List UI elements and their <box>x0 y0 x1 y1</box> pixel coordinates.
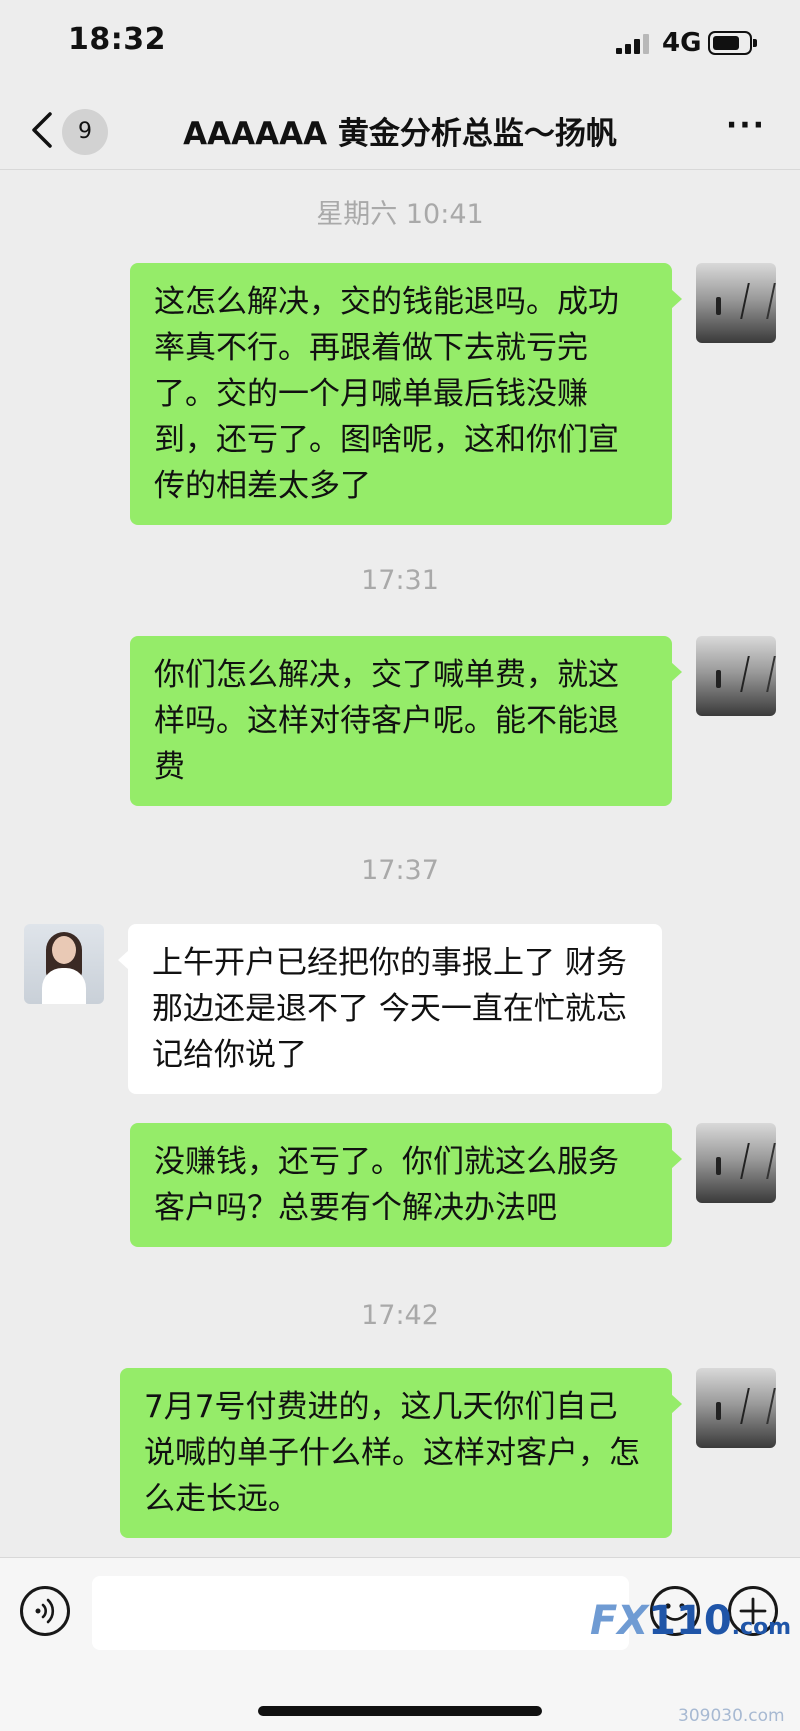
watermark-fx: FX <box>590 1598 649 1644</box>
chat-header: 9 AAAAAA 黄金分析总监～扬帆 ··· <box>0 90 800 170</box>
outgoing-message[interactable]: 这怎么解决，交的钱能退吗。成功率真不行。再跟着做下去就亏完了。交的一个月喊单最后… <box>130 263 682 525</box>
message-input[interactable] <box>92 1576 629 1650</box>
self-avatar[interactable] <box>696 1123 776 1203</box>
timestamp: 17:42 <box>361 1300 439 1331</box>
status-time: 18:32 <box>68 22 166 57</box>
self-avatar[interactable] <box>696 636 776 716</box>
more-options-icon[interactable]: ··· <box>718 111 774 146</box>
self-avatar[interactable] <box>696 1368 776 1448</box>
contact-avatar[interactable] <box>24 924 104 1004</box>
outgoing-message[interactable]: 7月7号付费进的，这几天你们自己说喊的单子什么样。这样对客户，怎么走长远。 <box>120 1368 682 1538</box>
outgoing-message[interactable]: 没赚钱，还亏了。你们就这么服务客户吗？总要有个解决办法吧 <box>130 1123 682 1247</box>
battery-icon <box>708 31 757 55</box>
self-avatar[interactable] <box>696 263 776 343</box>
voice-input-button[interactable] <box>20 1586 70 1636</box>
chevron-left-icon <box>32 112 52 148</box>
watermark-number: 110 <box>648 1598 732 1644</box>
watermark-domain: .com <box>731 1615 792 1640</box>
outgoing-message[interactable]: 你们怎么解决，交了喊单费，就这样吗。这样对待客户呢。能不能退费 <box>130 636 682 806</box>
voice-icon <box>35 1598 55 1624</box>
incoming-message[interactable]: 上午开户已经把你的事报上了 财务那边还是退不了 今天一直在忙就忘记给你说了 <box>118 924 662 1094</box>
timestamp: 17:31 <box>361 565 439 596</box>
watermark-logo: FX110.com <box>590 1596 791 1646</box>
back-button[interactable]: 9 <box>22 104 122 156</box>
chat-title: AAAAAA 黄金分析总监～扬帆 <box>183 116 617 152</box>
home-indicator[interactable] <box>258 1706 542 1716</box>
signal-icon <box>616 34 652 54</box>
network-type: 4G <box>662 28 702 58</box>
watermark-sub: 309030.com <box>678 1706 785 1726</box>
unread-count-badge: 9 <box>62 109 108 155</box>
timestamp: 17:37 <box>361 855 439 886</box>
status-bar: 18:32 4G <box>0 0 800 88</box>
timestamp: 星期六 10:41 <box>316 199 484 230</box>
